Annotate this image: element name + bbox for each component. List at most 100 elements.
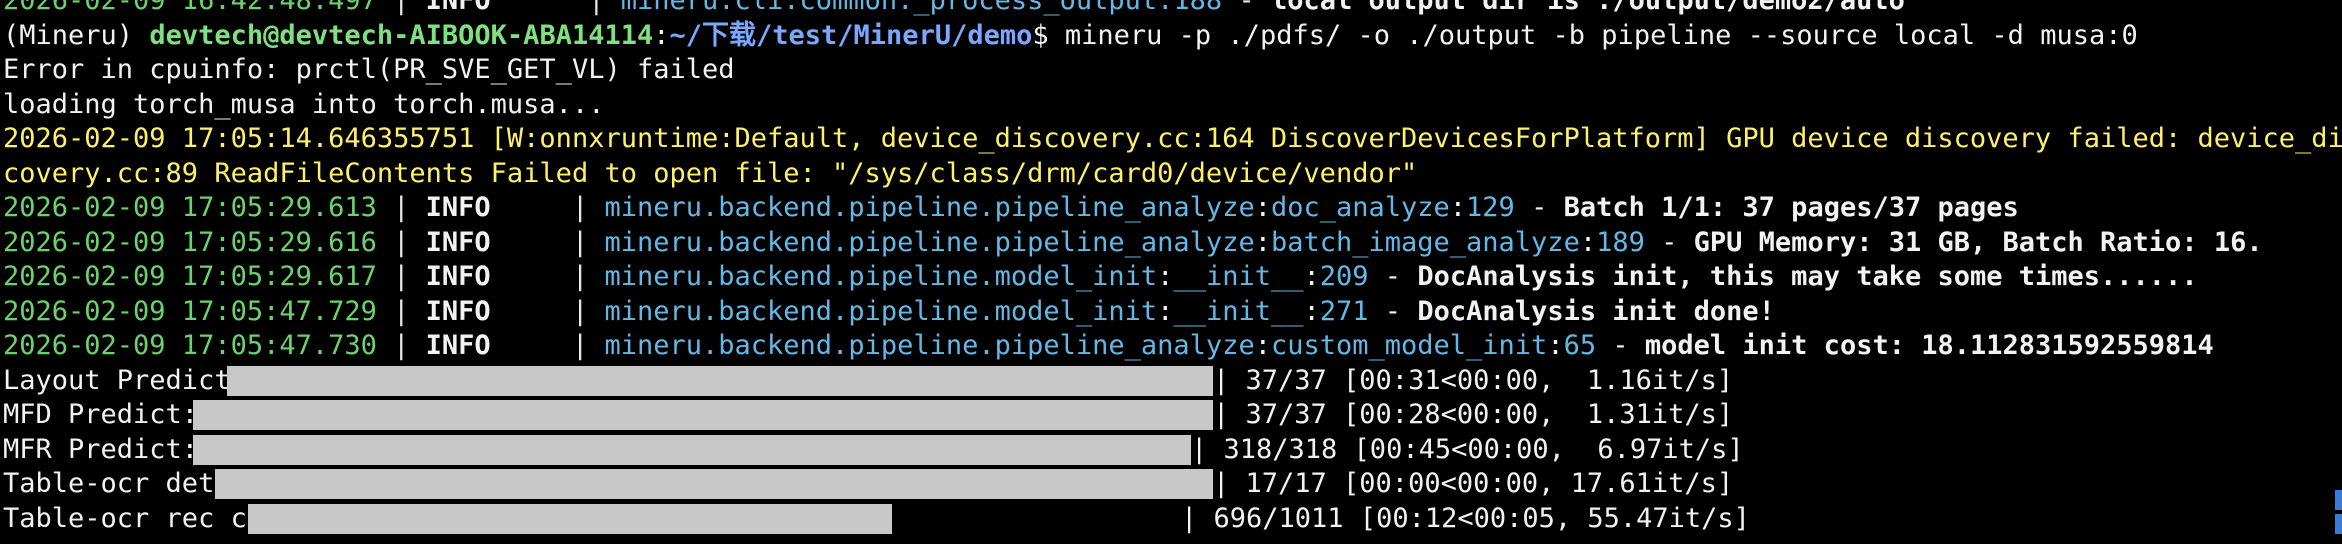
progress-fill bbox=[193, 434, 1191, 465]
log-timestamp: 2026-02-09 17:05:29.617 bbox=[3, 261, 377, 292]
log-timestamp: 2026-02-09 17:05:29.613 bbox=[3, 192, 377, 223]
progress-stats: | 37/37 [00:28<00:00, 1.31it/s] bbox=[1213, 399, 1734, 430]
log-line-clipped: 2026-02-09 16:42:48.497 | INFO | mineru.… bbox=[3, 0, 2342, 19]
log-level: INFO bbox=[425, 0, 491, 16]
progress-stats: | 17/17 [00:00<00:00, 17.61it/s] bbox=[1213, 468, 1734, 499]
log-timestamp: 2026-02-09 16:42:48.497 bbox=[3, 0, 377, 16]
progress-fill bbox=[227, 365, 1213, 396]
shell-command: mineru -p ./pdfs/ -o ./output -b pipelin… bbox=[1064, 19, 2138, 51]
log-separator: | bbox=[376, 192, 426, 223]
log-message: DocAnalysis init done! bbox=[1417, 295, 1775, 327]
log-separator: | bbox=[376, 226, 426, 258]
log-colon: : bbox=[1254, 330, 1271, 361]
log-message: model init cost: 18.112831592559814 bbox=[1644, 330, 2214, 361]
warning-line: 2026-02-09 17:05:14.646355751 [W:onnxrun… bbox=[3, 123, 2342, 154]
log-dash: - bbox=[1368, 295, 1418, 327]
log-module: mineru.backend.pipeline.model_init bbox=[604, 261, 1158, 292]
progress-bar bbox=[248, 503, 1181, 534]
log-separator: | bbox=[376, 295, 426, 327]
log-level: INFO bbox=[425, 295, 491, 327]
log-function: doc_analyze bbox=[1270, 192, 1450, 223]
log-message: Batch 1/1: 37 pages/37 pages bbox=[1563, 192, 2019, 223]
log-lineno: 65 bbox=[1563, 330, 1597, 361]
log-lineno: 209 bbox=[1319, 261, 1369, 292]
progress-bar bbox=[215, 469, 1213, 499]
output-line: loading torch_musa into torch.musa... bbox=[3, 88, 605, 120]
log-message: DocAnalysis init, this may take some tim… bbox=[1417, 261, 2198, 292]
shell-prompt-line: (Mineru) devtech@devtech-AIBOOK-ABA14114… bbox=[3, 19, 2342, 54]
scrollbar-marker[interactable] bbox=[2335, 490, 2342, 510]
progress-fill bbox=[248, 503, 892, 534]
prompt-dollar: $ bbox=[1032, 19, 1065, 51]
log-colon: : bbox=[1157, 295, 1174, 327]
log-colon: : bbox=[1303, 261, 1320, 292]
log-module: mineru.backend.pipeline.pipeline_analyze bbox=[604, 330, 1255, 361]
log-function: __init__ bbox=[1173, 261, 1304, 292]
progress-fill bbox=[215, 469, 1213, 499]
progress-bar bbox=[227, 365, 1213, 396]
log-colon: : bbox=[1157, 261, 1174, 292]
log-level: INFO bbox=[425, 330, 491, 361]
log-dash: - bbox=[1514, 192, 1564, 223]
progress-row: Table-ocr rec ch: 69%| | 696/1011 [00:12<… bbox=[3, 502, 2342, 537]
progress-bar bbox=[193, 400, 1213, 430]
log-module: mineru.backend.pipeline.pipeline_analyze bbox=[604, 226, 1255, 258]
log-dash: - bbox=[1222, 0, 1271, 16]
log-function: batch_image_analyze bbox=[1270, 226, 1580, 258]
log-separator: | bbox=[490, 295, 605, 327]
progress-fill bbox=[193, 400, 1213, 430]
log-line: 2026-02-09 17:05:29.616 | INFO | mineru.… bbox=[3, 226, 2342, 261]
log-line: 2026-02-09 17:05:47.729 | INFO | mineru.… bbox=[3, 295, 2342, 330]
log-separator: | bbox=[490, 0, 621, 16]
log-function: custom_model_init bbox=[1270, 330, 1548, 361]
log-dash: - bbox=[1368, 261, 1418, 292]
progress-stats: | 696/1011 [00:12<00:05, 55.47it/s] bbox=[1181, 502, 1750, 534]
log-dash: - bbox=[1644, 226, 1694, 258]
log-lines: 2026-02-09 17:05:29.613 | INFO | mineru.… bbox=[3, 191, 2342, 364]
progress-bars: Layout Predict: 100%| | 37/37 [00:31<00:0… bbox=[3, 364, 2342, 537]
log-separator: | bbox=[490, 261, 605, 292]
log-colon: : bbox=[1254, 192, 1271, 223]
log-message: GPU Memory: 31 GB, Batch Ratio: 16. bbox=[1693, 226, 2263, 258]
log-separator: | bbox=[490, 192, 605, 223]
log-timestamp: 2026-02-09 17:05:47.729 bbox=[3, 295, 377, 327]
log-level: INFO bbox=[425, 192, 491, 223]
log-colon: : bbox=[1547, 330, 1564, 361]
log-line: 2026-02-09 17:05:29.617 | INFO | mineru.… bbox=[3, 260, 2342, 295]
progress-stats: | 318/318 [00:45<00:00, 6.97it/s] bbox=[1191, 433, 1744, 465]
log-separator: | bbox=[490, 226, 605, 258]
log-level: INFO bbox=[425, 226, 491, 258]
log-colon: : bbox=[1449, 192, 1467, 223]
progress-row: Table-ocr det: 100%| | 17/17 [00:00<00:00… bbox=[3, 467, 2342, 502]
working-directory: ~/下载/test/MinerU/demo bbox=[669, 19, 1033, 51]
log-lineno: 189 bbox=[1596, 226, 1645, 258]
progress-stats: | 37/37 [00:31<00:00, 1.16it/s] bbox=[1213, 364, 1734, 396]
log-function: __init__ bbox=[1173, 295, 1304, 327]
log-colon: : bbox=[1254, 226, 1271, 258]
log-level: INFO bbox=[425, 261, 491, 292]
log-separator: | bbox=[376, 261, 426, 292]
log-module: mineru.cli.common:_process_output:188 bbox=[620, 0, 1223, 16]
log-timestamp: 2026-02-09 17:05:47.730 bbox=[3, 330, 377, 361]
log-message: local output dir is ./output/demo2/auto bbox=[1270, 0, 1905, 16]
log-line: 2026-02-09 17:05:29.613 | INFO | mineru.… bbox=[3, 191, 2342, 226]
log-lineno: 271 bbox=[1319, 295, 1369, 327]
output-line: Error in cpuinfo: prctl(PR_SVE_GET_VL) f… bbox=[3, 54, 735, 85]
log-colon: : bbox=[1579, 226, 1597, 258]
log-timestamp: 2026-02-09 17:05:29.616 bbox=[3, 226, 377, 258]
log-separator: | bbox=[490, 330, 605, 361]
progress-row: MFR Predict: 100%| | 318/318 [00:45<00:00… bbox=[3, 433, 2342, 468]
log-lineno: 129 bbox=[1466, 192, 1515, 223]
log-module: mineru.backend.pipeline.model_init bbox=[604, 295, 1158, 327]
progress-bar bbox=[193, 434, 1191, 465]
prompt-colon: : bbox=[653, 19, 670, 51]
terminal-window[interactable]: 2026-02-09 16:42:48.497 | INFO | mineru.… bbox=[3, 0, 2342, 544]
log-module: mineru.backend.pipeline.pipeline_analyze bbox=[604, 192, 1255, 223]
user-host: devtech@devtech-AIBOOK-ABA14114 bbox=[149, 19, 654, 51]
log-separator: | bbox=[376, 330, 426, 361]
scrollbar-marker[interactable] bbox=[2335, 514, 2342, 534]
log-dash: - bbox=[1596, 330, 1645, 361]
log-separator: | bbox=[376, 0, 426, 16]
warning-line: covery.cc:89 ReadFileContents Failed to … bbox=[3, 157, 1418, 189]
progress-row: Layout Predict: 100%| | 37/37 [00:31<00:0… bbox=[3, 364, 2342, 399]
